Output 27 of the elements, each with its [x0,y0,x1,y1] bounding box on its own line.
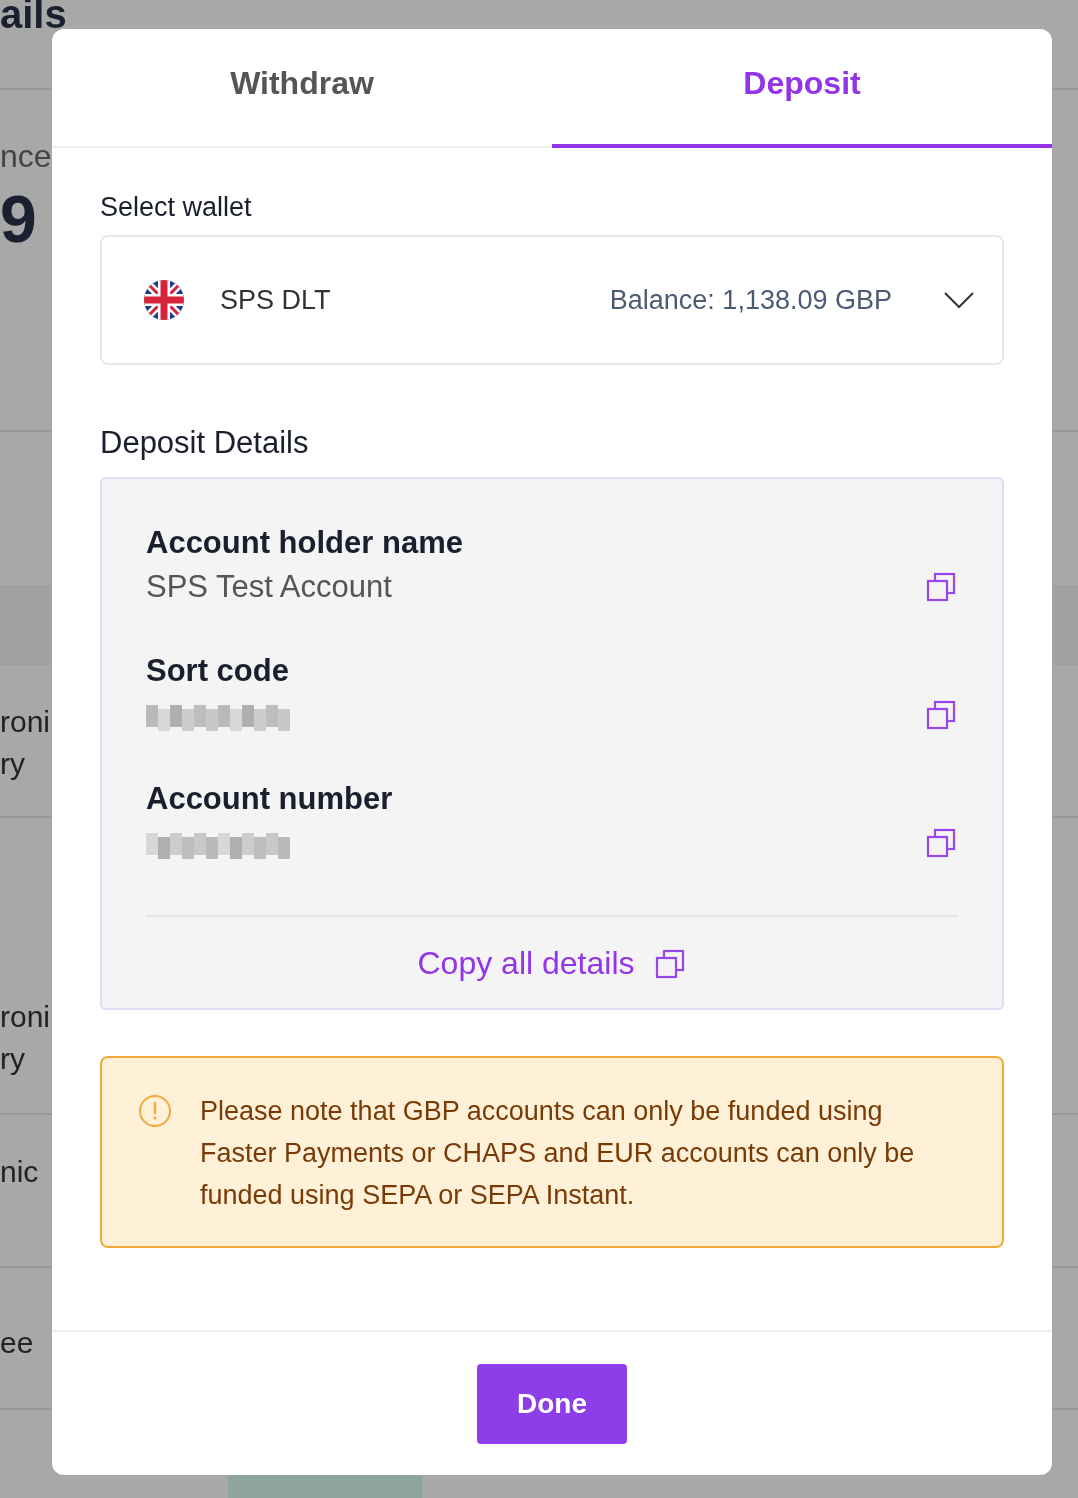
notice-text: Please note that GBP accounts can only be funded using Faster Payments or CHAPS and EUR accounts can only be funded using SEPA or SEPA Instant. [200,1095,916,1212]
detail-label: Sort code [146,652,290,690]
tab[interactable]: Withdraw [52,29,552,148]
transaction-text: roni [0,704,51,740]
copy-all-button[interactable]: Copy all details [417,945,687,982]
warning-icon [138,1094,172,1128]
copy-icon[interactable] [926,828,956,858]
detail-label: Account holder name [146,524,464,562]
transaction-text: ee [0,1325,34,1361]
balance-label: nce [0,138,52,175]
transaction-text: ry [0,746,25,782]
copy-icon [654,948,685,979]
wallet-select[interactable]: SPS DLT Balance: 1,138.09 GBP [100,235,1004,365]
done-button[interactable]: Done [477,1364,627,1444]
chevron-down-icon [944,291,974,309]
copy-icon[interactable] [926,700,956,730]
transaction-text: roni [0,999,51,1035]
detail-label: Account number [146,780,394,818]
copy-icon[interactable] [926,572,956,602]
balance-amount: 9 [0,181,37,257]
transaction-text: ry [0,1041,25,1077]
flag-icon [144,280,184,320]
detail-value: SPS Test Account [146,568,393,606]
tab[interactable]: Deposit [552,29,1052,148]
section-title: Deposit Details [100,425,310,461]
field-label: Select wallet [100,192,253,223]
transaction-text: nic [0,1154,39,1190]
